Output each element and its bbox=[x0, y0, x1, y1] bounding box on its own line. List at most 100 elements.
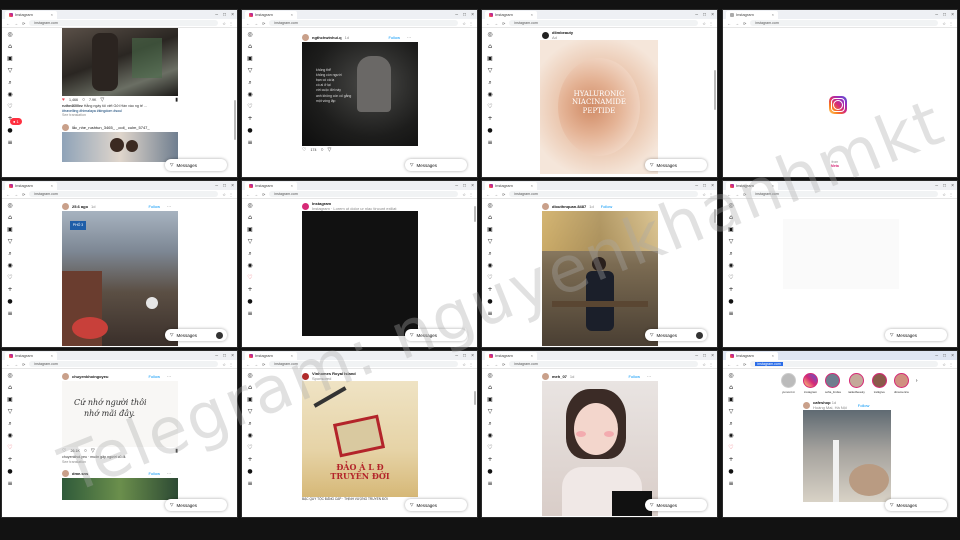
maximize-icon[interactable]: □ bbox=[223, 183, 226, 189]
profile-icon[interactable]: ● bbox=[487, 128, 492, 134]
close-tab-icon[interactable]: × bbox=[772, 353, 774, 358]
search-icon[interactable]: ⌕ bbox=[248, 421, 251, 427]
star-icon[interactable]: ☆ bbox=[942, 21, 946, 26]
profile-icon[interactable]: ● bbox=[487, 299, 492, 305]
username[interactable]: meh_07 bbox=[552, 374, 567, 379]
reels-icon[interactable]: ▣ bbox=[7, 397, 13, 403]
hashtags[interactable]: #travelling #himalaya #kingdom #soul bbox=[62, 109, 122, 113]
stories-next-icon[interactable]: › bbox=[916, 378, 918, 384]
comment-icon[interactable]: ○ bbox=[82, 97, 85, 103]
follow-button[interactable]: Follow bbox=[388, 35, 400, 40]
close-tab-icon[interactable]: × bbox=[531, 12, 533, 17]
close-window-icon[interactable]: × bbox=[951, 353, 954, 359]
messages-button[interactable]: ▽ Messages bbox=[645, 329, 707, 341]
scrollbar[interactable] bbox=[714, 70, 716, 110]
profile-icon[interactable]: ● bbox=[247, 469, 252, 475]
close-tab-icon[interactable]: × bbox=[291, 12, 293, 17]
explore-icon[interactable]: ◉ bbox=[247, 433, 252, 439]
instagram-icon[interactable]: ◎ bbox=[7, 203, 12, 209]
follow-button[interactable]: Follow bbox=[148, 471, 160, 476]
create-icon[interactable]: + bbox=[728, 457, 733, 463]
heart-icon[interactable]: ♡ bbox=[728, 445, 733, 451]
menu-icon[interactable]: ≡ bbox=[247, 311, 252, 317]
browser-tab[interactable]: Instagram × bbox=[485, 181, 537, 190]
extensions-icon[interactable]: ⋮ bbox=[469, 192, 473, 197]
comment-icon[interactable]: ○ bbox=[320, 147, 323, 153]
reels-icon[interactable]: ▣ bbox=[487, 227, 493, 233]
messages-button[interactable]: ▽ Messages bbox=[645, 499, 707, 511]
avatar[interactable] bbox=[302, 33, 309, 41]
maximize-icon[interactable]: □ bbox=[463, 353, 466, 359]
minimize-icon[interactable]: – bbox=[935, 183, 938, 189]
star-icon[interactable]: ☆ bbox=[222, 21, 226, 26]
create-icon[interactable]: + bbox=[7, 457, 12, 463]
next-post-image[interactable] bbox=[62, 132, 178, 163]
messenger-icon[interactable]: ▽ bbox=[488, 409, 493, 415]
messages-button[interactable]: ▽ Messages bbox=[885, 499, 947, 511]
avatar[interactable] bbox=[62, 202, 69, 210]
avatar[interactable] bbox=[803, 401, 810, 409]
instagram-icon[interactable]: ◎ bbox=[247, 203, 252, 209]
reload-icon[interactable]: ⟳ bbox=[22, 192, 25, 197]
reels-icon[interactable]: ▣ bbox=[247, 56, 253, 62]
notification-badge[interactable]: ● 1 bbox=[10, 118, 22, 125]
back-icon[interactable]: ← bbox=[486, 192, 490, 197]
close-tab-icon[interactable]: × bbox=[51, 183, 53, 188]
minimize-icon[interactable]: – bbox=[455, 183, 458, 189]
avatar[interactable] bbox=[542, 31, 549, 39]
minimize-icon[interactable]: – bbox=[215, 353, 218, 359]
search-icon[interactable]: ⌕ bbox=[729, 251, 732, 257]
minimize-icon[interactable]: – bbox=[695, 183, 698, 189]
close-window-icon[interactable]: × bbox=[471, 12, 474, 18]
profile-icon[interactable]: ● bbox=[7, 469, 12, 475]
maximize-icon[interactable]: □ bbox=[943, 183, 946, 189]
messenger-icon[interactable]: ▽ bbox=[8, 68, 13, 74]
close-window-icon[interactable]: × bbox=[711, 12, 714, 18]
search-icon[interactable]: ⌕ bbox=[8, 80, 11, 86]
create-icon[interactable]: + bbox=[487, 116, 492, 122]
browser-tab[interactable]: Instagram × bbox=[726, 351, 778, 360]
forward-icon[interactable]: → bbox=[254, 192, 258, 197]
more-options-icon[interactable]: ··· bbox=[167, 374, 171, 379]
story-item[interactable]: nailedbeauty bbox=[848, 373, 865, 394]
post-image[interactable]: PHỐ 3 bbox=[62, 211, 178, 346]
post-video[interactable] bbox=[302, 211, 418, 336]
instagram-icon[interactable]: ◎ bbox=[487, 32, 492, 38]
star-icon[interactable]: ☆ bbox=[942, 362, 946, 367]
post-image[interactable] bbox=[542, 381, 658, 516]
profile-icon[interactable]: ● bbox=[728, 469, 733, 475]
browser-tab[interactable]: Instagram × bbox=[245, 10, 297, 19]
menu-icon[interactable]: ≡ bbox=[487, 481, 492, 487]
url-field[interactable]: instagram.com bbox=[750, 361, 939, 367]
caption-user[interactable]: ruthe4600ez bbox=[62, 104, 83, 108]
instagram-icon[interactable]: ◎ bbox=[7, 373, 12, 379]
url-field[interactable]: instagram.com bbox=[29, 191, 219, 197]
instagram-icon[interactable]: ◎ bbox=[247, 373, 252, 379]
reels-icon[interactable]: ▣ bbox=[728, 227, 734, 233]
reels-icon[interactable]: ▣ bbox=[728, 397, 734, 403]
avatar[interactable] bbox=[62, 469, 69, 477]
post-image[interactable]: Cứ nhớ người thôi nhớ mãi đây. bbox=[62, 381, 178, 447]
reload-icon[interactable]: ⟳ bbox=[502, 362, 505, 367]
messages-button[interactable]: ▽ Messages bbox=[405, 499, 467, 511]
forward-icon[interactable]: → bbox=[735, 192, 739, 197]
story-item[interactable]: yumont.in bbox=[781, 373, 796, 394]
create-icon[interactable]: + bbox=[7, 287, 12, 293]
home-icon[interactable]: ⌂ bbox=[729, 385, 733, 391]
forward-icon[interactable]: → bbox=[494, 192, 498, 197]
follow-button[interactable]: Follow bbox=[628, 374, 640, 379]
forward-icon[interactable]: → bbox=[14, 21, 18, 26]
browser-tab[interactable]: Instagram × bbox=[485, 10, 537, 19]
url-field[interactable]: instagram.com bbox=[750, 20, 939, 26]
reels-icon[interactable]: ▣ bbox=[247, 227, 253, 233]
back-icon[interactable]: ← bbox=[246, 192, 250, 197]
back-icon[interactable]: ← bbox=[727, 362, 731, 367]
heart-icon[interactable]: ♡ bbox=[247, 275, 252, 281]
reels-icon[interactable]: ▣ bbox=[487, 56, 493, 62]
reload-icon[interactable]: ⟳ bbox=[262, 21, 265, 26]
search-icon[interactable]: ⌕ bbox=[8, 421, 11, 427]
heart-icon[interactable]: ♡ bbox=[247, 445, 252, 451]
reload-icon[interactable]: ⟳ bbox=[262, 362, 265, 367]
post-image[interactable]: không thể không còn người bạn có cà lạ có a… bbox=[302, 42, 418, 146]
username[interactable]: dme.sns bbox=[72, 471, 88, 476]
